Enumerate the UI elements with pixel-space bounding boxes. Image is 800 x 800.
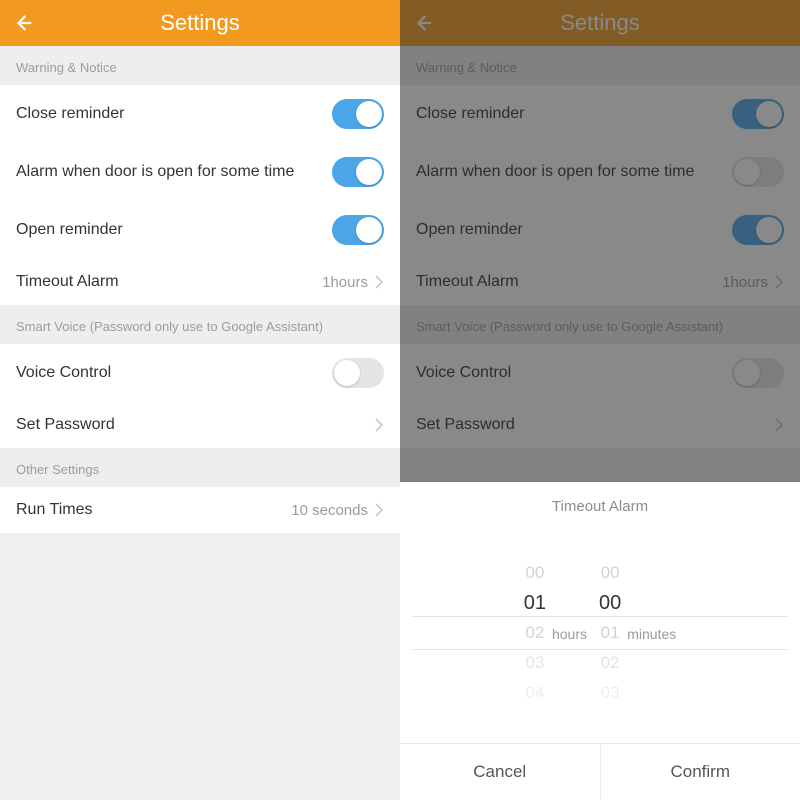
cancel-button[interactable]: Cancel (400, 744, 600, 800)
hours-option[interactable]: 02 (525, 618, 544, 648)
page-title: Settings (160, 10, 240, 36)
sheet-actions: Cancel Confirm (400, 743, 800, 800)
hours-column[interactable]: 00 01 02 03 04 (524, 558, 546, 708)
chevron-right-icon (374, 275, 384, 289)
toggle-close-reminder[interactable] (332, 99, 384, 129)
row-open-reminder[interactable]: Open reminder (0, 201, 400, 259)
label-voice-control: Voice Control (16, 364, 332, 382)
label-timeout-alarm: Timeout Alarm (16, 273, 322, 291)
minutes-column[interactable]: 00 00 01 02 03 (599, 558, 621, 708)
minutes-option[interactable]: 00 (601, 558, 620, 588)
minutes-option[interactable]: 01 (601, 618, 620, 648)
time-picker[interactable]: 00 01 02 03 04 hours 00 00 01 02 03 (400, 523, 800, 743)
label-set-password: Set Password (16, 416, 374, 434)
row-set-password[interactable]: Set Password (0, 402, 400, 448)
value-run-times: 10 seconds (291, 502, 368, 519)
label-alarm-open: Alarm when door is open for some time (16, 163, 332, 181)
value-timeout-alarm: 1hours (322, 274, 368, 291)
chevron-right-icon (374, 418, 384, 432)
hours-option[interactable]: 00 (525, 558, 544, 588)
minutes-unit-label: minutes (621, 624, 676, 642)
row-alarm-open[interactable]: Alarm when door is open for some time (0, 143, 400, 201)
timeout-picker-sheet: Timeout Alarm 00 01 02 03 04 hours 00 (400, 482, 800, 800)
hours-option[interactable]: 04 (525, 678, 544, 708)
arrow-left-icon (12, 12, 34, 34)
label-open-reminder: Open reminder (16, 221, 332, 239)
row-run-times[interactable]: Run Times 10 seconds (0, 487, 400, 533)
label-run-times: Run Times (16, 501, 291, 519)
hours-unit-label: hours (546, 624, 587, 642)
row-timeout-alarm[interactable]: Timeout Alarm 1hours (0, 259, 400, 305)
toggle-alarm-open[interactable] (332, 157, 384, 187)
minutes-selected[interactable]: 00 (599, 588, 621, 618)
hours-option[interactable]: 03 (525, 648, 544, 678)
label-close-reminder: Close reminder (16, 105, 332, 123)
section-warning-notice: Warning & Notice (0, 46, 400, 85)
toggle-voice-control[interactable] (332, 358, 384, 388)
row-voice-control[interactable]: Voice Control (0, 344, 400, 402)
row-close-reminder[interactable]: Close reminder (0, 85, 400, 143)
settings-screen-left: Settings Warning & Notice Close reminder… (0, 0, 400, 800)
section-smart-voice: Smart Voice (Password only use to Google… (0, 305, 400, 344)
back-button[interactable] (12, 12, 34, 34)
minutes-option[interactable]: 02 (601, 648, 620, 678)
section-other-settings: Other Settings (0, 448, 400, 487)
toggle-open-reminder[interactable] (332, 215, 384, 245)
confirm-button[interactable]: Confirm (600, 744, 800, 800)
header-bar: Settings (0, 0, 400, 46)
chevron-right-icon (374, 503, 384, 517)
settings-screen-right: Settings Warning & Notice Close reminder… (400, 0, 800, 800)
empty-fill (0, 533, 400, 800)
hours-selected[interactable]: 01 (524, 588, 546, 618)
sheet-title: Timeout Alarm (400, 482, 800, 523)
minutes-option[interactable]: 03 (601, 678, 620, 708)
